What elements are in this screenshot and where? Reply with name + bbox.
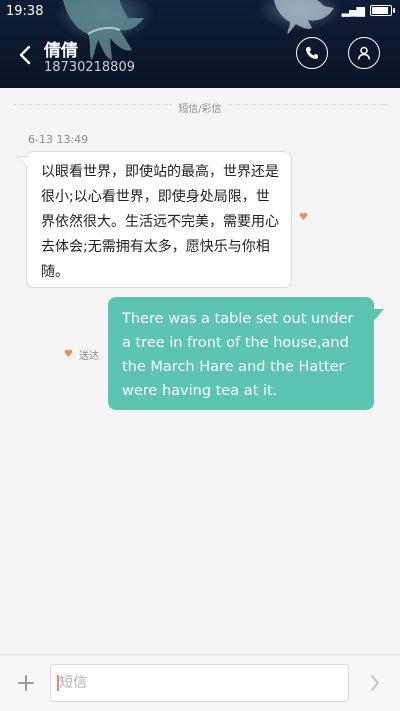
outgoing-bubble-tail xyxy=(372,309,384,323)
signal-icon: ▂▄▆ xyxy=(341,4,365,17)
contact-info-button[interactable] xyxy=(348,37,380,69)
incoming-bubble-tail-fill xyxy=(18,157,28,167)
thread-type-text: 短信/彩信 xyxy=(172,104,228,115)
call-button[interactable] xyxy=(296,37,328,69)
status-time: 19:38 xyxy=(6,4,44,19)
header-bar: 19:38 ▂▄▆ 倩倩 18730218809 xyxy=(0,0,400,88)
heart-icon: ♥ xyxy=(299,212,308,223)
plus-icon xyxy=(18,675,34,691)
outgoing-message-bubble[interactable]: There was a table set out under a tree i… xyxy=(108,297,374,410)
chevron-right-icon xyxy=(371,675,379,691)
compose-bar xyxy=(0,654,400,711)
battery-icon xyxy=(370,5,395,16)
thread-type-label: 短信/彩信 xyxy=(0,97,400,116)
sms-input[interactable] xyxy=(50,664,349,702)
contact-phone-number: 18730218809 xyxy=(44,60,135,75)
person-icon xyxy=(357,46,371,60)
phone-icon xyxy=(306,47,318,59)
text-caret xyxy=(57,675,59,691)
add-attachment-button[interactable] xyxy=(14,671,38,695)
contact-name: 倩倩 xyxy=(44,41,78,61)
message-timestamp: 6-13 13:49 xyxy=(28,133,89,146)
delivered-label: 送达 xyxy=(78,351,99,362)
status-indicators: ▂▄▆ xyxy=(341,4,395,17)
send-button[interactable] xyxy=(364,671,386,695)
delivery-status: ♥ 送达 xyxy=(64,347,99,362)
incoming-message-text: 以眼看世界，即使站的最高，世界还是很小;以心看世界，即使身处局限，世界依然很大。… xyxy=(41,164,279,280)
incoming-message-bubble[interactable]: 以眼看世界，即使站的最高，世界还是很小;以心看世界，即使身处局限，世界依然很大。… xyxy=(26,151,292,288)
outgoing-message-text: There was a table set out under a tree i… xyxy=(122,311,354,399)
chevron-left-icon xyxy=(19,45,31,65)
wallpaper-claw-right xyxy=(274,0,334,34)
back-button[interactable] xyxy=(14,44,36,66)
heart-icon: ♥ xyxy=(64,349,73,360)
